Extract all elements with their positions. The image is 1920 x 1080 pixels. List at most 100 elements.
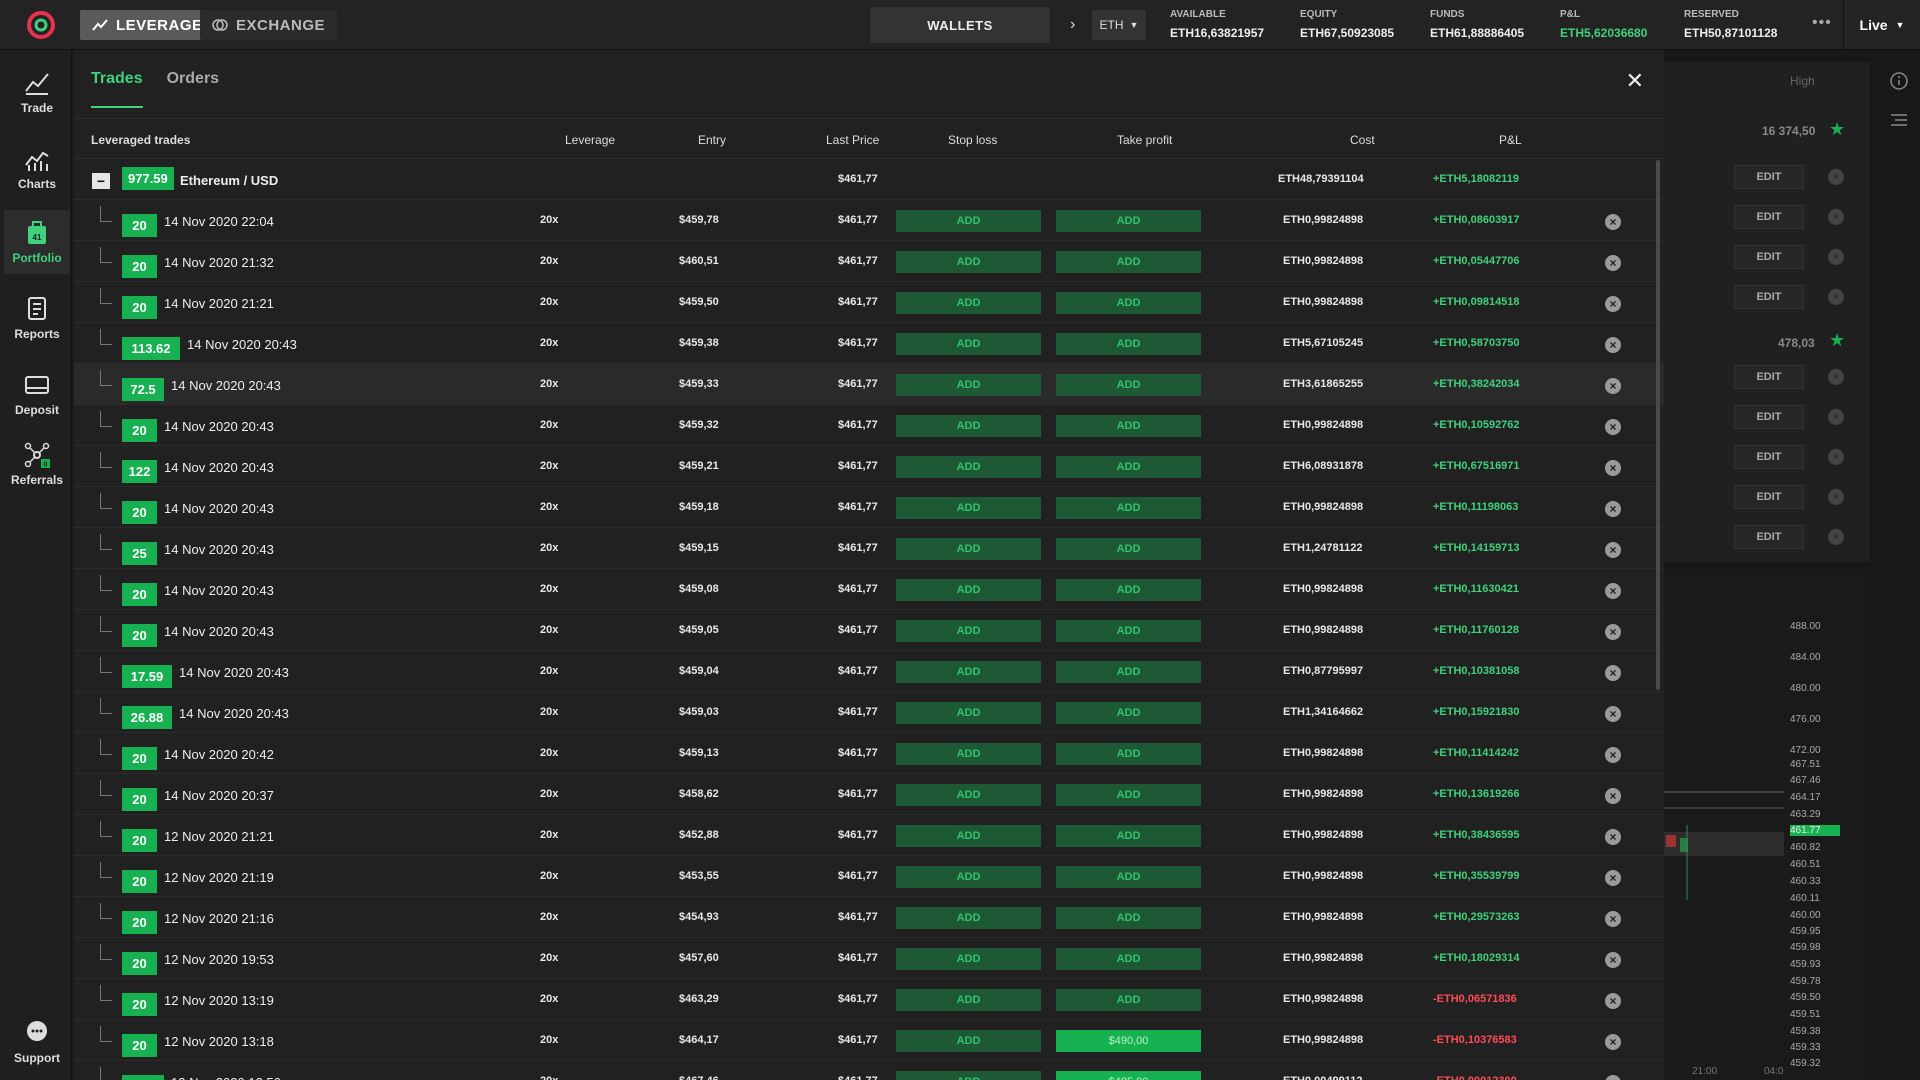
table-row[interactable]: 20 14 Nov 2020 20:43 20x $459,08 $461,77 ADD A… <box>74 569 1664 610</box>
add-take-profit-button[interactable]: ADD <box>1056 825 1201 847</box>
close-icon[interactable]: ✕ <box>1626 68 1644 94</box>
edit-order-button[interactable]: EDIT <box>1734 205 1804 229</box>
close-trade-icon[interactable]: × <box>1605 665 1621 681</box>
add-take-profit-button[interactable]: ADD <box>1056 374 1201 396</box>
table-row[interactable]: 20 12 Nov 2020 13:18 20x $464,17 $461,77 ADD $… <box>74 1020 1664 1061</box>
cancel-order-icon[interactable]: × <box>1828 489 1844 505</box>
more-icon[interactable]: ••• <box>1812 14 1832 32</box>
add-stop-loss-button[interactable]: ADD <box>896 743 1041 765</box>
add-stop-loss-button[interactable]: ADD <box>896 866 1041 888</box>
add-take-profit-button[interactable]: ADD <box>1056 251 1201 273</box>
add-take-profit-button[interactable]: ADD <box>1056 456 1201 478</box>
table-row[interactable]: 122 14 Nov 2020 20:43 20x $459,21 $461,77 ADD… <box>74 446 1664 487</box>
header-cost[interactable]: Cost <box>1350 133 1375 147</box>
cancel-order-icon[interactable]: × <box>1828 449 1844 465</box>
add-take-profit-button[interactable]: ADD <box>1056 866 1201 888</box>
header-take-profit[interactable]: Take profit <box>1117 133 1172 147</box>
add-stop-loss-button[interactable]: ADD <box>896 292 1041 314</box>
add-take-profit-button[interactable]: ADD <box>1056 497 1201 519</box>
table-row[interactable]: 20 12 Nov 2020 21:16 20x $454,93 $461,77 ADD A… <box>74 897 1664 938</box>
close-trade-icon[interactable]: × <box>1605 214 1621 230</box>
close-trade-icon[interactable]: × <box>1605 952 1621 968</box>
table-row[interactable]: 20 14 Nov 2020 20:43 20x $459,32 $461,77 ADD A… <box>74 405 1664 446</box>
table-row[interactable]: 72.5 14 Nov 2020 20:43 20x $459,33 $461,77 AD… <box>74 364 1664 405</box>
group-row[interactable]: − 977.59 Ethereum / USD $461,77 ETH48,79… <box>74 159 1664 200</box>
add-stop-loss-button[interactable]: ADD <box>896 989 1041 1011</box>
close-trade-icon[interactable]: × <box>1605 378 1621 394</box>
header-entry[interactable]: Entry <box>698 133 726 147</box>
edit-order-button[interactable]: EDIT <box>1734 285 1804 309</box>
sidebar-item-charts[interactable]: Charts <box>4 136 70 200</box>
add-stop-loss-button[interactable]: ADD <box>896 415 1041 437</box>
add-take-profit-button[interactable]: ADD <box>1056 743 1201 765</box>
add-take-profit-button[interactable]: ADD <box>1056 620 1201 642</box>
add-take-profit-button[interactable]: ADD <box>1056 948 1201 970</box>
close-trade-icon[interactable]: × <box>1605 870 1621 886</box>
close-trade-icon[interactable]: × <box>1605 624 1621 640</box>
table-row[interactable]: 20 14 Nov 2020 20:43 20x $459,18 $461,77 ADD A… <box>74 487 1664 528</box>
sidebar-item-deposit[interactable]: Deposit <box>4 362 70 426</box>
add-take-profit-button[interactable]: ADD <box>1056 784 1201 806</box>
tab-orders[interactable]: Orders <box>167 70 219 108</box>
header-stop-loss[interactable]: Stop loss <box>948 133 997 147</box>
table-row[interactable]: 20 14 Nov 2020 21:32 20x $460,51 $461,77 ADD A… <box>74 241 1664 282</box>
info-icon[interactable] <box>1888 70 1910 92</box>
add-stop-loss-button[interactable]: ADD <box>896 620 1041 642</box>
table-row[interactable]: 20 14 Nov 2020 20:37 20x $458,62 $461,77 ADD A… <box>74 774 1664 815</box>
table-row[interactable]: 20 14 Nov 2020 21:21 20x $459,50 $461,77 ADD A… <box>74 282 1664 323</box>
scrollbar[interactable] <box>1656 160 1660 690</box>
table-row[interactable]: 25 14 Nov 2020 20:43 20x $459,15 $461,77 ADD A… <box>74 528 1664 569</box>
close-trade-icon[interactable]: × <box>1605 460 1621 476</box>
add-take-profit-button[interactable]: ADD <box>1056 415 1201 437</box>
table-row[interactable]: 26.88 14 Nov 2020 20:43 20x $459,03 $461,77 A… <box>74 692 1664 733</box>
add-take-profit-button[interactable]: ADD <box>1056 989 1201 1011</box>
cancel-order-icon[interactable]: × <box>1828 369 1844 385</box>
collapse-icon[interactable]: − <box>92 173 110 189</box>
close-trade-icon[interactable]: × <box>1605 747 1621 763</box>
close-trade-icon[interactable]: × <box>1605 419 1621 435</box>
live-mode-select[interactable]: Live ▼ <box>1843 0 1920 50</box>
add-take-profit-button[interactable]: ADD <box>1056 292 1201 314</box>
add-stop-loss-button[interactable]: ADD <box>896 497 1041 519</box>
header-leverage[interactable]: Leverage <box>565 133 615 147</box>
add-stop-loss-button[interactable]: ADD <box>896 784 1041 806</box>
add-stop-loss-button[interactable]: ADD <box>896 210 1041 232</box>
edit-order-button[interactable]: EDIT <box>1734 165 1804 189</box>
add-stop-loss-button[interactable]: ADD <box>896 251 1041 273</box>
add-take-profit-button[interactable]: ADD <box>1056 579 1201 601</box>
add-take-profit-button[interactable]: ADD <box>1056 907 1201 929</box>
add-stop-loss-button[interactable]: ADD <box>896 702 1041 724</box>
close-trade-icon[interactable]: × <box>1605 788 1621 804</box>
table-row[interactable]: 20 14 Nov 2020 20:42 20x $459,13 $461,77 ADD A… <box>74 733 1664 774</box>
price-chart[interactable]: 488.00 484.00 480.00 476.00 472.00 467.51 467.… <box>1664 570 1870 1080</box>
edit-order-button[interactable]: EDIT <box>1734 365 1804 389</box>
add-stop-loss-button[interactable]: ADD <box>896 456 1041 478</box>
add-stop-loss-button[interactable]: ADD <box>896 907 1041 929</box>
add-stop-loss-button[interactable]: ADD <box>896 333 1041 355</box>
add-take-profit-button[interactable]: ADD <box>1056 702 1201 724</box>
add-take-profit-button[interactable]: ADD <box>1056 210 1201 232</box>
take-profit-value-button[interactable]: $485,00 <box>1056 1071 1201 1080</box>
edit-order-button[interactable]: EDIT <box>1734 445 1804 469</box>
add-take-profit-button[interactable]: ADD <box>1056 661 1201 683</box>
cancel-order-icon[interactable]: × <box>1828 409 1844 425</box>
edit-order-button[interactable]: EDIT <box>1734 405 1804 429</box>
chevron-right-icon[interactable]: › <box>1070 16 1075 34</box>
add-stop-loss-button[interactable]: ADD <box>896 579 1041 601</box>
brand-logo-icon[interactable] <box>26 10 56 40</box>
add-stop-loss-button[interactable]: ADD <box>896 1071 1041 1080</box>
add-take-profit-button[interactable]: ADD <box>1056 333 1201 355</box>
close-trade-icon[interactable]: × <box>1605 255 1621 271</box>
sidebar-item-reports[interactable]: Reports <box>4 286 70 350</box>
close-trade-icon[interactable]: × <box>1605 337 1621 353</box>
close-trade-icon[interactable]: × <box>1605 829 1621 845</box>
tab-trades[interactable]: Trades <box>91 70 143 108</box>
table-row[interactable]: 20 14 Nov 2020 20:43 20x $459,05 $461,77 ADD A… <box>74 610 1664 651</box>
leverage-mode-button[interactable]: LEVERAGE <box>80 10 215 40</box>
table-row[interactable]: 0.01 12 Nov 2020 12:56 20x $467,46 $461,77 AD… <box>74 1061 1664 1080</box>
close-trade-icon[interactable]: × <box>1605 583 1621 599</box>
add-stop-loss-button[interactable]: ADD <box>896 538 1041 560</box>
table-row[interactable]: 20 12 Nov 2020 21:21 20x $452,88 $461,77 ADD A… <box>74 815 1664 856</box>
close-trade-icon[interactable]: × <box>1605 501 1621 517</box>
table-row[interactable]: 20 12 Nov 2020 21:19 20x $453,55 $461,77 ADD A… <box>74 856 1664 897</box>
